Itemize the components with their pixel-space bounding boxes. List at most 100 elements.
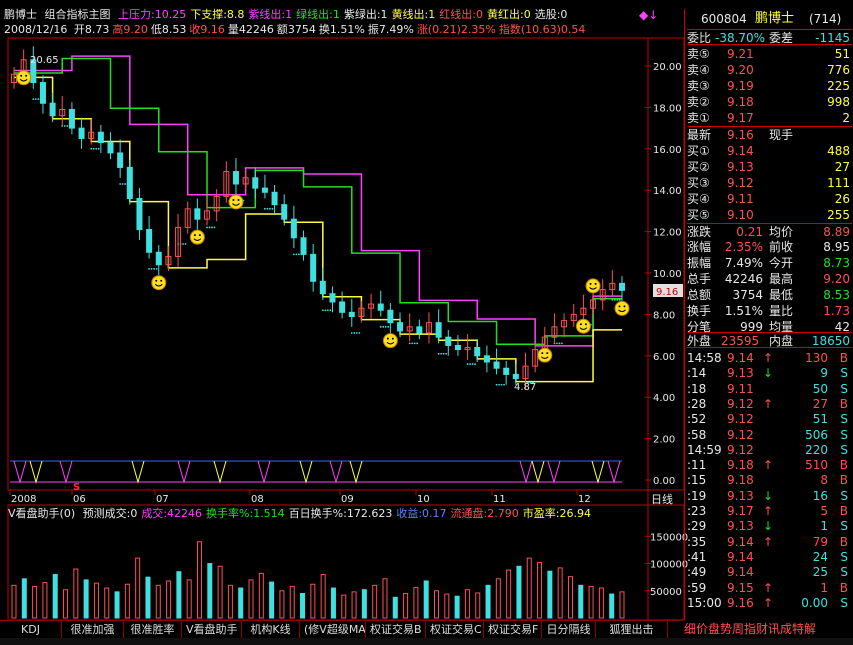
volume-bar <box>176 571 182 619</box>
stat-value: 2.35% <box>724 240 763 254</box>
signal-dot <box>382 325 385 328</box>
order-price: 9.21 <box>727 47 754 61</box>
sell-order-row[interactable]: 卖② 9.18 998 <box>687 94 852 110</box>
signal-dot <box>616 299 619 301</box>
volume-bar <box>217 565 223 619</box>
right-bottom-tabs[interactable]: 细价盘势周指财讯成特解 <box>684 620 853 638</box>
sell-order-row[interactable]: 卖③ 9.19 225 <box>687 78 852 94</box>
candle-body <box>155 251 162 266</box>
tick-price: 9.15 <box>727 580 754 595</box>
smiley-icon <box>585 278 601 294</box>
signal-mark <box>257 460 271 484</box>
volume-bar <box>464 589 470 619</box>
indicator-items: 上压力:10.25 下支撑:8.8 紫线出:1 绿线出:1 紫绿出:1 黄线出:1 红线出:… <box>114 8 567 21</box>
signal-dot <box>206 226 208 229</box>
signal-dot <box>474 363 476 365</box>
tick-row: :29 9.13 ↓ 1 S <box>687 518 852 534</box>
tick-row: :14 9.13 ↓ 9 S <box>687 365 852 381</box>
quote-item: 额3754 <box>276 23 316 36</box>
arrow-icons[interactable]: ◆↓ <box>639 8 658 22</box>
volume-bar <box>42 582 48 619</box>
indicator-tab[interactable]: 权证交易F <box>484 621 542 639</box>
stat-value: 3754 <box>732 288 763 302</box>
buy-order-row[interactable]: 买① 9.14 488 <box>687 143 852 159</box>
sell-order-row[interactable]: 卖④ 9.20 776 <box>687 62 852 78</box>
buy-order-row[interactable]: 买④ 9.11 26 <box>687 191 852 207</box>
candle-body <box>117 152 124 168</box>
volume-bar <box>21 578 27 619</box>
signal-dot <box>269 207 271 210</box>
indicator-name[interactable]: 组合指标主图 <box>45 8 111 21</box>
volume-title[interactable]: V看盘助手(0) <box>8 507 75 520</box>
indicator-tab[interactable]: 日分隔线 <box>542 621 596 639</box>
volume-item: 换手率%:1.514 <box>206 507 285 520</box>
volume-bar <box>392 596 398 619</box>
x-axis-ticks: 2008 06 07 08 09 10 11 12 <box>9 490 591 505</box>
stat-label: 总额 <box>687 288 712 302</box>
buy-order-row[interactable]: 买⑤ 9.10 255 <box>687 207 852 223</box>
stat-row: 总手 42246 最高 9.20 <box>687 271 852 287</box>
indicator-tab[interactable]: 权证交易C <box>426 621 484 639</box>
signal-dot <box>97 147 100 150</box>
order-volume: 998 <box>827 95 850 109</box>
signal-dot <box>442 352 445 355</box>
tick-arrow: ↑ <box>763 595 774 610</box>
tick-price: 9.13 <box>727 519 754 534</box>
tick-row: :11 9.18 ↑ 510 B <box>687 457 852 473</box>
tick-time: :52 <box>687 412 707 427</box>
candle-body <box>271 191 278 206</box>
indicator-tab[interactable]: 很准加强 <box>62 621 124 639</box>
volume-bar <box>279 590 285 619</box>
sell-order-row[interactable]: 卖⑤ 9.21 51 <box>687 46 852 62</box>
indicator-tab[interactable]: 很准胜率 <box>124 621 182 639</box>
indicator-tab[interactable]: V看盘助手 <box>182 621 242 639</box>
indicator-tab[interactable]: KDJ <box>0 621 62 639</box>
tick-price: 9.18 <box>727 473 754 488</box>
volume-bar <box>269 581 275 619</box>
stat-value: 7.49% <box>724 256 763 270</box>
volume-bar <box>526 557 532 619</box>
tick-side: B <box>839 504 848 518</box>
volume-bar <box>341 594 347 619</box>
order-price: 9.17 <box>727 111 754 125</box>
tick-arrow: ↑ <box>763 580 774 595</box>
stat-value: 9.20 <box>823 272 850 286</box>
indicator-tab[interactable]: 机构K线 <box>242 621 300 639</box>
volume-bar <box>104 587 110 619</box>
signal-dot <box>266 207 269 210</box>
indicator-tab[interactable]: 狐狸出击 <box>596 621 668 639</box>
sell-order-row[interactable]: 卖① 9.17 2 <box>687 110 852 126</box>
volume-bar <box>454 595 460 619</box>
order-price: 9.20 <box>727 63 754 77</box>
candle-body <box>126 166 133 199</box>
latest-label: 最新 <box>687 128 712 142</box>
status-bar <box>0 638 853 645</box>
x-tick-label: 11 <box>493 494 506 505</box>
period-label[interactable]: 日线 <box>651 492 673 506</box>
indicator-tab[interactable]: 权证交易B <box>366 621 426 639</box>
tick-price: 9.12 <box>727 427 754 442</box>
quote-line: 2008/12/16 开8.73 高9.20 低8.53 收9.16 量42246 额37… <box>4 23 648 37</box>
order-label: 卖① <box>687 111 710 125</box>
y-tick-label: 12.00 <box>653 228 682 239</box>
stat-value: 8.95 <box>823 240 850 254</box>
order-volume: 27 <box>834 160 850 174</box>
candle-body <box>474 347 481 357</box>
buy-order-row[interactable]: 买③ 9.12 111 <box>687 175 852 191</box>
stat-label: 振幅 <box>687 256 712 270</box>
volume-tick-label: 100000 <box>650 560 688 571</box>
candles <box>11 46 625 389</box>
buy-order-row[interactable]: 买② 9.13 27 <box>687 159 852 175</box>
candle-body <box>435 322 442 338</box>
indicator-tab[interactable]: (修V超级MACD) <box>300 621 366 639</box>
order-label: 买① <box>687 144 710 158</box>
signal-mark <box>349 460 363 484</box>
signal-dot <box>353 332 356 334</box>
tick-side: S <box>840 595 848 610</box>
stat-label: 前收 <box>769 240 794 254</box>
signal-dot <box>121 183 124 185</box>
weicha-label: 委差 <box>769 31 794 45</box>
tick-time: :41 <box>687 549 707 564</box>
y-tick-label: 4.00 <box>653 393 675 404</box>
volume-bar <box>495 578 501 619</box>
